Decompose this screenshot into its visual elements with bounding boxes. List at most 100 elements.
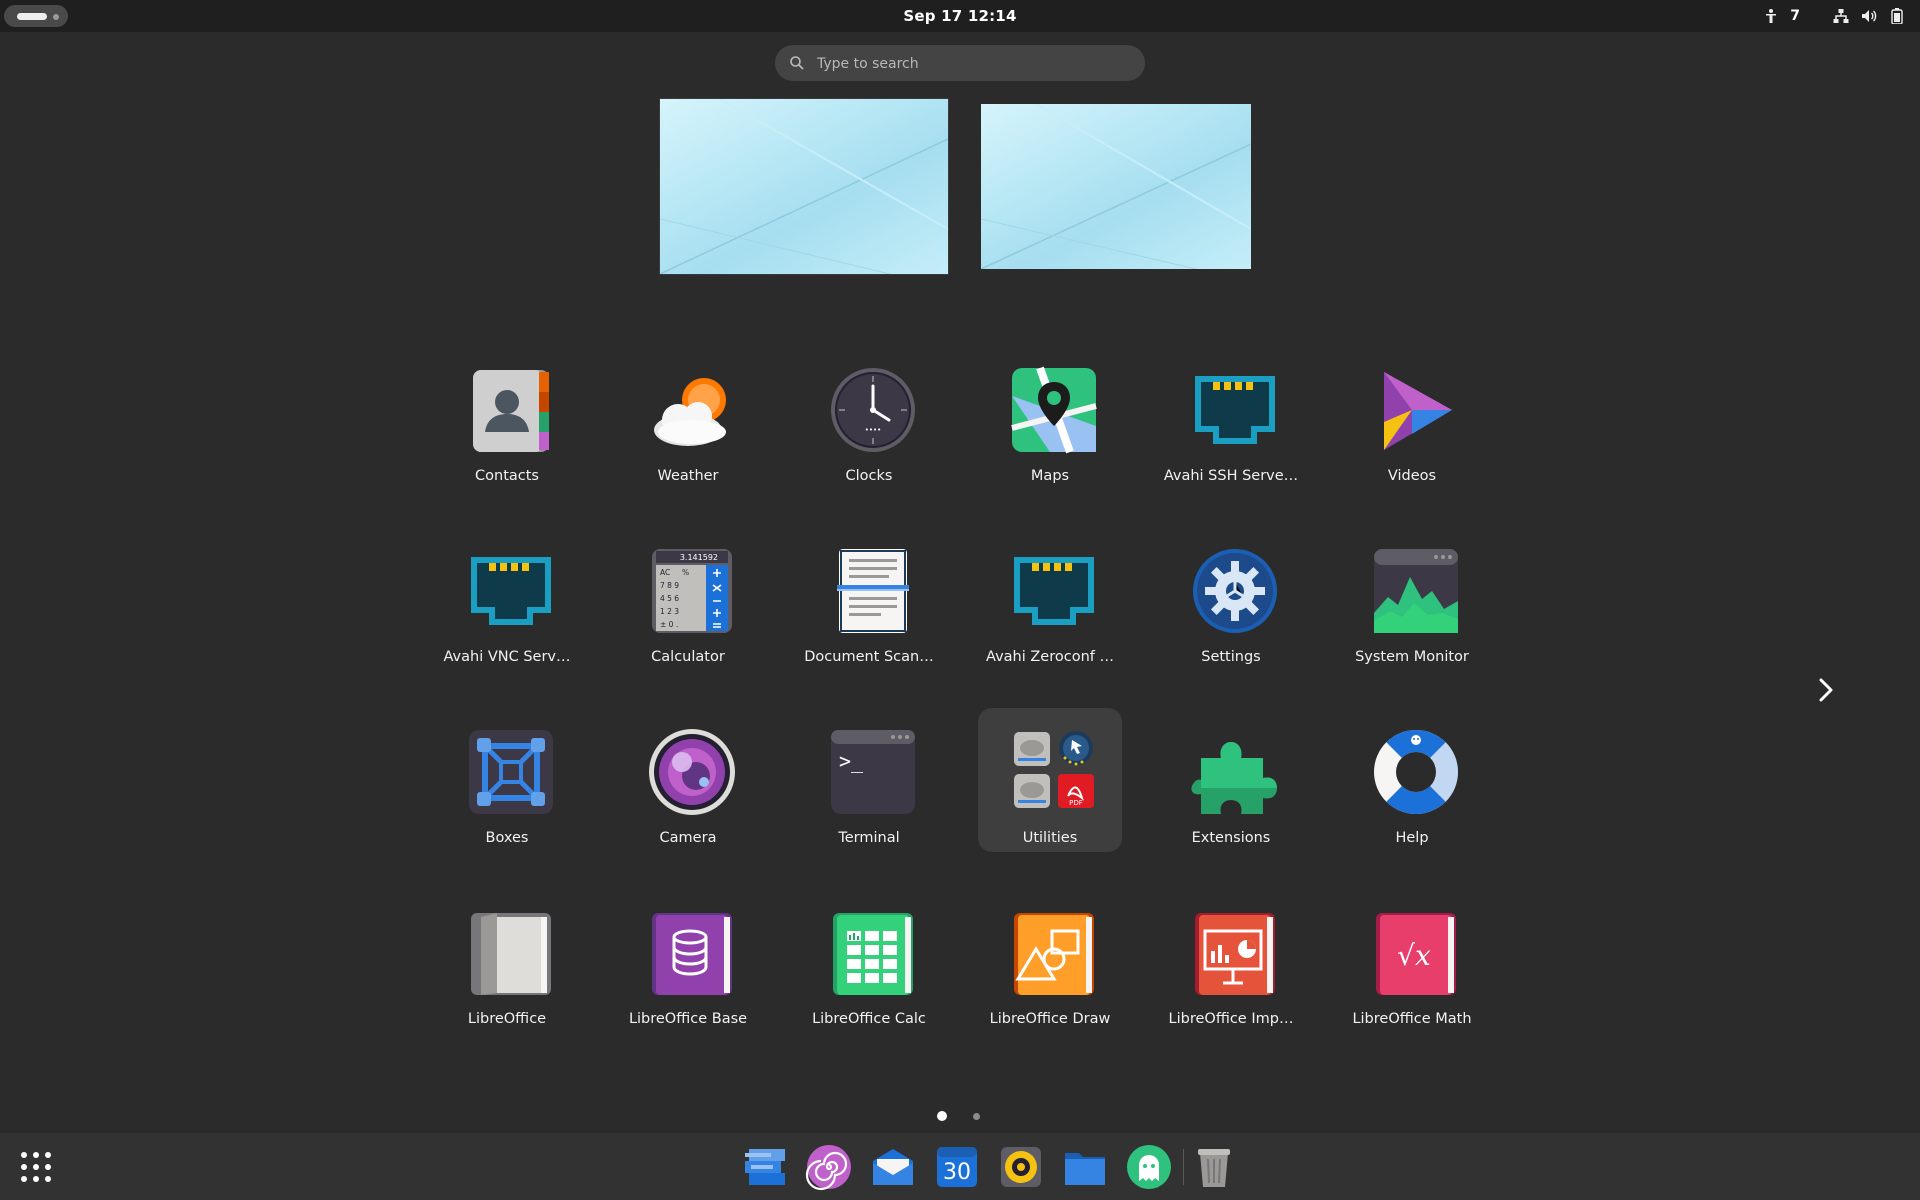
app-libreoffice-math[interactable]: √x LibreOffice Math [1340, 899, 1484, 1043]
app-label: Contacts [475, 468, 539, 484]
files-folder-icon[interactable] [1061, 1143, 1109, 1191]
app-settings[interactable]: Settings [1159, 537, 1303, 681]
app-contacts[interactable]: Contacts [435, 356, 579, 500]
app-camera[interactable]: Camera [616, 718, 760, 862]
app-libreoffice[interactable]: LibreOffice [435, 899, 579, 1043]
helix-icon[interactable] [805, 1143, 853, 1191]
videos-icon [1384, 372, 1452, 450]
notification-count[interactable]: 7 [1790, 8, 1800, 24]
scanner-icon [837, 549, 909, 633]
app-label: Videos [1387, 468, 1437, 484]
system-tray[interactable]: 7 [1762, 0, 1906, 32]
boxes-icon [469, 730, 553, 814]
workspace-thumbnail-2[interactable] [981, 104, 1251, 269]
volume-icon[interactable] [1860, 7, 1878, 25]
network-port-icon [1195, 376, 1275, 444]
app-label: Settings [1201, 649, 1261, 665]
page-indicator-1[interactable] [937, 1111, 947, 1121]
app-label: LibreOffice Calc [812, 1011, 926, 1027]
libreoffice-base-icon [652, 913, 732, 995]
terminal-icon: >_ [831, 730, 915, 814]
clock[interactable]: Sep 17 12:14 [0, 0, 1920, 32]
app-extensions[interactable]: Extensions [1159, 718, 1303, 862]
folder-utilities[interactable]: PDF Utilities [978, 708, 1122, 852]
app-label: LibreOffice Draw [989, 1011, 1111, 1027]
libreoffice-math-icon: √x [1376, 913, 1456, 995]
page-indicator-2[interactable] [973, 1113, 980, 1120]
libreoffice-impress-icon [1195, 913, 1275, 995]
app-label: Calculator [651, 649, 725, 665]
libreoffice-draw-icon [1014, 913, 1094, 995]
weather-icon [654, 378, 726, 446]
music-player-icon[interactable] [997, 1143, 1045, 1191]
gear-icon [1193, 549, 1277, 633]
network-port-icon [1014, 557, 1094, 625]
svg-text:4 5 6: 4 5 6 [660, 594, 679, 603]
workspace-thumbnail-1[interactable] [660, 99, 948, 274]
search-icon [790, 56, 804, 70]
app-clocks[interactable]: •••• Clocks [797, 356, 941, 500]
app-document-scanner[interactable]: Document Scan… [797, 537, 941, 681]
svg-text:√x: √x [1397, 939, 1431, 972]
app-terminal[interactable]: >_ Terminal [797, 718, 941, 862]
app-libreoffice-calc[interactable]: LibreOffice Calc [797, 899, 941, 1043]
libreoffice-calc-icon [833, 913, 913, 995]
app-label: LibreOffice Base [628, 1011, 748, 1027]
battery-icon[interactable] [1888, 7, 1906, 25]
svg-text:1 2 3: 1 2 3 [660, 607, 679, 616]
app-avahi-ssh[interactable]: Avahi SSH Serve… [1159, 356, 1303, 500]
app-label: Avahi VNC Serv… [443, 649, 571, 665]
app-maps[interactable]: Maps [978, 356, 1122, 500]
app-weather[interactable]: Weather [616, 356, 760, 500]
camera-icon [649, 729, 735, 815]
app-label: LibreOffice Imp… [1168, 1011, 1294, 1027]
app-label: Boxes [485, 830, 529, 846]
maps-icon [1011, 366, 1097, 454]
svg-text:3.141592: 3.141592 [680, 553, 718, 562]
svg-text:%: % [682, 568, 689, 577]
top-bar: Sep 17 12:14 7 [0, 0, 1920, 32]
app-libreoffice-impress[interactable]: LibreOffice Imp… [1159, 899, 1303, 1043]
calendar-icon[interactable]: 30 [933, 1143, 981, 1191]
show-apps-grid-icon[interactable] [18, 1149, 54, 1185]
ghost-icon[interactable] [1125, 1143, 1173, 1191]
network-port-icon [471, 557, 551, 625]
svg-text:>_: >_ [839, 749, 864, 773]
trash-icon[interactable] [1190, 1143, 1238, 1191]
libreoffice-icon [471, 913, 551, 995]
dash: 30 [0, 1133, 1920, 1200]
app-avahi-zeroconf[interactable]: Avahi Zeroconf … [978, 537, 1122, 681]
svg-text:PDF: PDF [1069, 799, 1083, 807]
folder-icon: PDF [1014, 731, 1094, 808]
next-page-arrow-icon[interactable] [1808, 672, 1844, 708]
svg-text:••••: •••• [865, 426, 882, 434]
puzzle-icon [1191, 742, 1277, 814]
svg-text:AC: AC [660, 568, 670, 577]
svg-text:7 8 9: 7 8 9 [660, 581, 679, 590]
search-input[interactable] [815, 45, 1129, 83]
app-system-monitor[interactable]: System Monitor [1340, 537, 1484, 681]
app-label: Camera [659, 830, 717, 846]
app-label: Avahi Zeroconf … [986, 649, 1114, 665]
clock-icon: •••• [831, 368, 915, 452]
app-avahi-vnc[interactable]: Avahi VNC Serv… [435, 537, 579, 681]
app-label: Maps [1030, 468, 1070, 484]
window-switcher-icon[interactable] [741, 1143, 789, 1191]
network-icon[interactable] [1832, 7, 1850, 25]
app-libreoffice-base[interactable]: LibreOffice Base [616, 899, 760, 1043]
svg-text:± 0 .: ± 0 . [660, 620, 678, 629]
app-calculator[interactable]: 3.141592 AC% 7 8 9 4 5 6 1 2 3 ± 0 . Calcu… [616, 537, 760, 681]
app-label: LibreOffice Math [1352, 1011, 1472, 1027]
app-help[interactable]: Help [1340, 718, 1484, 862]
search-entry[interactable] [775, 45, 1145, 83]
svg-text:30: 30 [943, 1160, 971, 1185]
app-label: Weather [657, 468, 719, 484]
app-videos[interactable]: Videos [1340, 356, 1484, 500]
app-libreoffice-draw[interactable]: LibreOffice Draw [978, 899, 1122, 1043]
contacts-icon [473, 370, 549, 452]
app-label: Terminal [838, 830, 900, 846]
mail-icon[interactable] [869, 1143, 917, 1191]
app-boxes[interactable]: Boxes [435, 718, 579, 862]
accessibility-icon[interactable] [1762, 7, 1780, 25]
app-label: Utilities [1022, 830, 1078, 846]
